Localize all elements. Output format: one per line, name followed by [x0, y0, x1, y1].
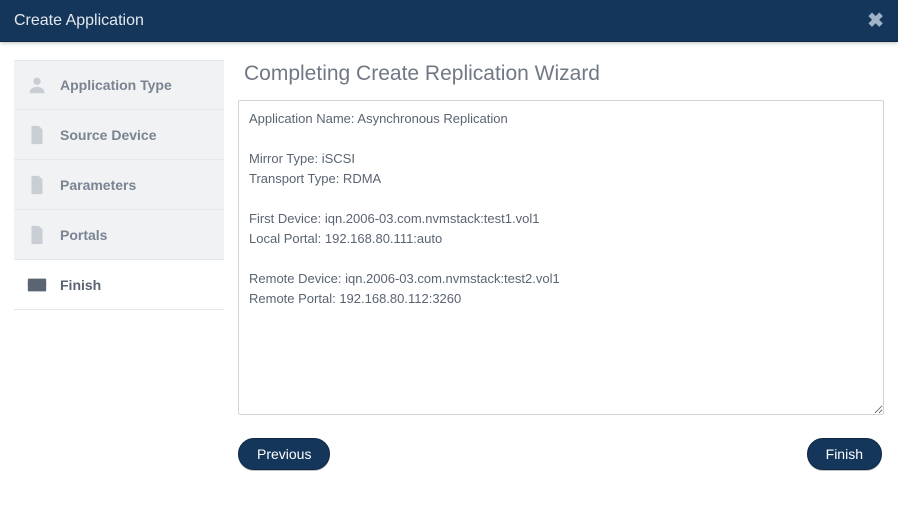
step-application-type[interactable]: Application Type: [14, 60, 224, 110]
step-label: Parameters: [60, 177, 136, 193]
file-icon: [26, 224, 48, 246]
finish-button[interactable]: Finish: [807, 438, 882, 470]
file-icon: [26, 124, 48, 146]
user-icon: [26, 74, 48, 96]
button-row: Previous Finish: [238, 438, 884, 470]
dialog-titlebar: Create Application ✖: [0, 0, 898, 42]
step-label: Source Device: [60, 127, 157, 143]
step-parameters[interactable]: Parameters: [14, 160, 224, 210]
step-portals[interactable]: Portals: [14, 210, 224, 260]
step-finish[interactable]: Finish: [14, 260, 224, 310]
card-icon: [26, 274, 48, 296]
step-label: Finish: [60, 277, 101, 293]
wizard-main: Completing Create Replication Wizard Pre…: [238, 60, 884, 507]
summary-textarea[interactable]: [238, 100, 884, 415]
page-heading: Completing Create Replication Wizard: [244, 62, 884, 86]
step-source-device[interactable]: Source Device: [14, 110, 224, 160]
step-label: Portals: [60, 227, 107, 243]
wizard-steps: Application Type Source Device Parameter…: [14, 60, 224, 507]
step-label: Application Type: [60, 77, 172, 93]
close-icon[interactable]: ✖: [867, 8, 884, 33]
previous-button[interactable]: Previous: [238, 438, 330, 470]
dialog-body: Application Type Source Device Parameter…: [0, 42, 898, 507]
file-icon: [26, 174, 48, 196]
dialog-title: Create Application: [14, 12, 144, 30]
